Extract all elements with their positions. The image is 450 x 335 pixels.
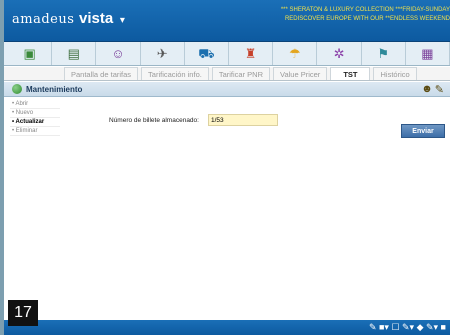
tab-bar: Pantalla de tarifas Tarificación info. Tar…: [4, 67, 450, 81]
toolbar-button[interactable]: ✲: [317, 42, 362, 65]
product-name: vista: [79, 10, 114, 27]
section-header: Mantenimiento ☻ ✎: [4, 82, 450, 97]
menu-item-eliminar[interactable]: Eliminar: [10, 127, 60, 136]
chevron-down-icon: ▾: [119, 15, 126, 26]
brand-name: amadeus: [12, 12, 75, 27]
toolbar-button[interactable]: ♜: [229, 42, 274, 65]
tab-pantalla-de-tarifas[interactable]: Pantalla de tarifas: [64, 67, 139, 80]
tab-value-pricer[interactable]: Value Pricer: [273, 67, 328, 80]
toolbar-button[interactable]: ⚑: [362, 42, 406, 65]
news-ticker: *** SHERATON & LUXURY COLLECTION ***FRID…: [240, 6, 450, 24]
book-icon: ▤: [67, 45, 80, 61]
menu-item-abrir[interactable]: Abrir: [10, 100, 60, 109]
action-menu: AbrirNuevoActualizarEliminar: [10, 100, 60, 136]
toolbar-button[interactable]: ▣: [8, 42, 53, 65]
brand-menu[interactable]: amadeus vista ▾: [12, 10, 125, 27]
status-bar: ✎ ■▾ ☐ ✎▾ ◆ ✎▾ ■: [4, 320, 450, 335]
airplane-icon: ✈: [156, 45, 168, 61]
app-header: amadeus vista ▾ *** SHERATON & LUXURY CO…: [4, 0, 450, 42]
tab-tst[interactable]: TST: [330, 67, 371, 80]
tab-tarificacion-info[interactable]: Tarificación info.: [141, 67, 209, 80]
status-bar-tools[interactable]: ✎ ■▾ ☐ ✎▾ ◆ ✎▾ ■: [369, 322, 446, 333]
car-icon: ⛟: [198, 45, 215, 61]
ticker-line: REDISCOVER EUROPE WITH OUR **ENDLESS WEE…: [284, 16, 450, 22]
tab-tarificar-pnr[interactable]: Tarificar PNR: [211, 67, 271, 80]
person-icon: ☺: [111, 45, 125, 61]
flag-icon: ⚑: [377, 45, 390, 61]
ticker-line: *** SHERATON & LUXURY COLLECTION ***FRID…: [280, 7, 450, 13]
umbrella-icon: ☂: [288, 45, 301, 61]
toolbar-button[interactable]: ▦: [406, 42, 450, 65]
tab-historico[interactable]: Histórico: [373, 67, 417, 80]
app-toolbar: ▣ ▤ ☺ ✈ ⛟ ♜ ☂ ✲ ⚑ ▦: [4, 42, 450, 66]
toolbar-button[interactable]: ☺: [96, 42, 141, 65]
gear-icon: ✲: [333, 45, 345, 61]
help-icon[interactable]: ☻: [421, 83, 433, 96]
ticket-number-input[interactable]: [208, 114, 278, 126]
step-number-badge: 17: [8, 300, 38, 326]
edit-icon[interactable]: ✎: [435, 83, 444, 96]
section-tools: ☻ ✎: [421, 83, 444, 96]
toolbar-button[interactable]: ✈: [141, 42, 185, 65]
cube-icon: ▣: [23, 45, 36, 61]
toolbar-button[interactable]: ☂: [273, 42, 318, 65]
menu-item-nuevo[interactable]: Nuevo: [10, 109, 60, 118]
toolbar-button[interactable]: ⛟: [185, 42, 230, 65]
section-status-icon: [12, 84, 22, 94]
enviar-button[interactable]: Enviar: [401, 124, 445, 138]
ticket-number-label: Número de billete almacenado:: [109, 117, 199, 124]
menu-item-actualizar[interactable]: Actualizar: [10, 118, 60, 127]
agent-icon: ♜: [244, 45, 257, 61]
more-icon: ▦: [421, 45, 434, 61]
amadeus-vista-window: amadeus vista ▾ *** SHERATON & LUXURY CO…: [0, 0, 450, 335]
toolbar-button[interactable]: ▤: [52, 42, 97, 65]
section-title: Mantenimiento: [26, 85, 83, 94]
